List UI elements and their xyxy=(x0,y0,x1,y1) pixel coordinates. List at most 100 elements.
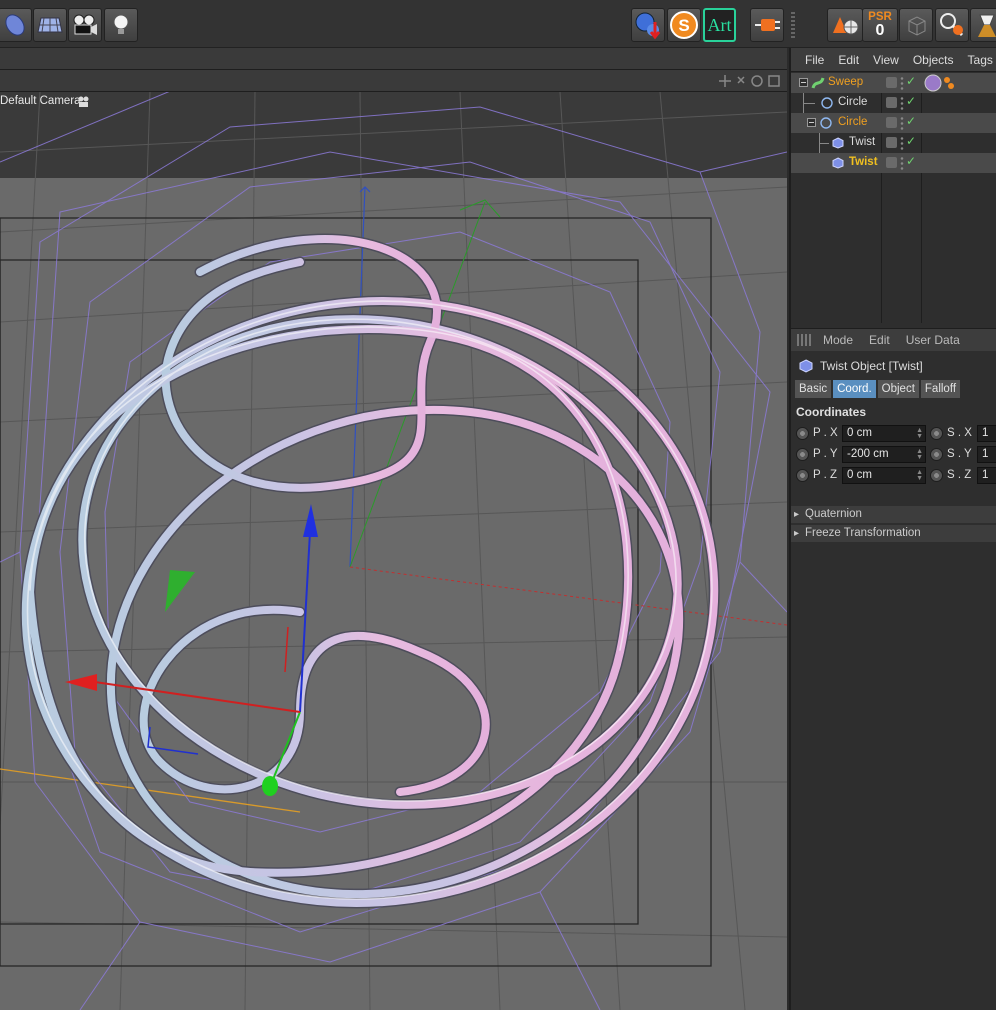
light-object-icon[interactable] xyxy=(104,8,138,42)
field-value: -200 cm xyxy=(847,448,889,460)
main-toolbar: S Art PSR 0 xyxy=(0,0,996,48)
visibility-toggle[interactable] xyxy=(886,97,897,108)
spinner-icon[interactable]: ▲ ▼ xyxy=(916,427,923,440)
spline-tool-icon[interactable] xyxy=(0,8,32,42)
object-row-circle-2[interactable]: Circle ✓ xyxy=(791,113,996,133)
menu-edit[interactable]: Edit xyxy=(869,333,890,347)
group-quaternion[interactable]: Quaternion xyxy=(791,506,996,523)
circle-spline-icon xyxy=(820,117,832,129)
spinner-icon[interactable]: ▲ ▼ xyxy=(916,448,923,461)
position-y-field[interactable]: -200 cm ▲ ▼ xyxy=(842,446,926,463)
s-plugin-icon[interactable]: S xyxy=(667,8,701,42)
animate-radio[interactable] xyxy=(796,448,809,461)
object-row-circle-1[interactable]: Circle ✓ xyxy=(791,93,996,113)
object-name: Sweep xyxy=(828,76,864,88)
menu-user-data[interactable]: User Data xyxy=(906,333,960,347)
coord-label: S . Z xyxy=(947,469,972,481)
animate-radio[interactable] xyxy=(930,448,943,461)
tag-icons[interactable] xyxy=(924,74,964,92)
camera-icon xyxy=(78,96,89,107)
enabled-check-icon[interactable]: ✓ xyxy=(906,154,916,168)
viewport-nav-icons[interactable] xyxy=(719,74,783,88)
enabled-check-icon[interactable]: ✓ xyxy=(906,74,916,88)
magnifier-sphere-icon[interactable] xyxy=(935,8,969,42)
scale-y-field[interactable]: 1 xyxy=(977,446,996,463)
tab-basic[interactable]: Basic xyxy=(795,380,832,398)
scale-z-field[interactable]: 1 xyxy=(977,467,996,484)
visibility-toggle[interactable] xyxy=(886,117,897,128)
3d-viewport[interactable]: Default Camera xyxy=(0,92,787,1010)
visibility-toggle[interactable] xyxy=(886,137,897,148)
light-cone-icon[interactable] xyxy=(970,8,996,42)
menu-objects[interactable]: Objects xyxy=(913,53,954,67)
art-plugin-button[interactable]: Art xyxy=(703,8,736,42)
object-row-twist-2[interactable]: Twist ✓ xyxy=(791,153,996,173)
psr-button[interactable]: PSR 0 xyxy=(862,8,898,42)
field-value: 0 cm xyxy=(847,469,872,481)
object-name: Twist xyxy=(849,136,876,148)
collapse-toggle-icon[interactable] xyxy=(799,78,808,87)
attribute-manager-menu: Mode Edit User Data xyxy=(791,329,996,351)
scale-x-field[interactable]: 1 xyxy=(977,425,996,442)
s-plugin-label: S xyxy=(678,16,689,35)
menu-file[interactable]: File xyxy=(805,53,824,67)
menu-view[interactable]: View xyxy=(873,53,899,67)
render-dots[interactable] xyxy=(900,96,904,110)
group-freeze-transformation[interactable]: Freeze Transformation xyxy=(791,525,996,542)
attribute-manager: Mode Edit User Data Twist Object [Twist]… xyxy=(791,328,996,1010)
render-dots[interactable] xyxy=(900,136,904,150)
menu-tags[interactable]: Tags xyxy=(968,53,993,67)
right-panel: File Edit View Objects Tags Sweep ✓ Circ… xyxy=(789,48,996,1010)
menu-edit[interactable]: Edit xyxy=(838,53,859,67)
coord-row-y: P . Y -200 cm ▲ ▼ S . Y 1 xyxy=(796,445,996,465)
visibility-toggle[interactable] xyxy=(886,157,897,168)
viewport-tab-bar xyxy=(0,48,787,70)
position-x-field[interactable]: 0 cm ▲ ▼ xyxy=(842,425,926,442)
enabled-check-icon[interactable]: ✓ xyxy=(906,94,916,108)
art-label: Art xyxy=(707,14,732,35)
camera-object-icon[interactable] xyxy=(68,8,102,42)
toolbar-separator xyxy=(791,12,795,38)
spinner-icon[interactable]: ▲ ▼ xyxy=(916,469,923,482)
tab-coord[interactable]: Coord. xyxy=(833,380,876,398)
field-value: 1 xyxy=(982,448,989,460)
visibility-toggle[interactable] xyxy=(886,77,897,88)
enabled-check-icon[interactable]: ✓ xyxy=(906,134,916,148)
animate-radio[interactable] xyxy=(930,469,943,482)
psr-value: 0 xyxy=(875,22,885,39)
floor-object-icon[interactable] xyxy=(33,8,67,42)
sweep-icon xyxy=(811,77,825,89)
object-tree: Sweep ✓ Circle ✓ Circle ✓ Twist ✓ Twist … xyxy=(791,73,996,323)
animate-radio[interactable] xyxy=(796,427,809,440)
render-to-picture-viewer-icon[interactable] xyxy=(631,8,665,42)
menu-mode[interactable]: Mode xyxy=(823,333,853,347)
attribute-title-text: Twist Object [Twist] xyxy=(820,359,923,373)
panel-grip-icon[interactable] xyxy=(797,334,811,346)
twist-deformer-icon xyxy=(832,137,844,149)
coord-label: P . Z xyxy=(813,469,838,481)
object-row-twist-1[interactable]: Twist ✓ xyxy=(791,133,996,153)
object-name: Circle xyxy=(838,96,868,108)
tab-falloff[interactable]: Falloff xyxy=(920,380,961,398)
field-value: 1 xyxy=(982,427,989,439)
cinema4d-window: S Art PSR 0 Default Camera File Edit Vie… xyxy=(0,0,996,1010)
animate-radio[interactable] xyxy=(796,469,809,482)
object-name: Circle xyxy=(838,116,868,128)
tab-object[interactable]: Object xyxy=(877,380,919,398)
collapse-toggle-icon[interactable] xyxy=(807,118,816,127)
render-dots[interactable] xyxy=(900,156,904,170)
coord-label: S . X xyxy=(947,427,972,439)
plugin-connector-icon[interactable] xyxy=(750,8,784,42)
render-dots[interactable] xyxy=(900,76,904,90)
render-dots[interactable] xyxy=(900,116,904,130)
cube-wireframe-icon[interactable] xyxy=(899,8,933,42)
circle-spline-icon xyxy=(821,97,833,109)
enabled-check-icon[interactable]: ✓ xyxy=(906,114,916,128)
coord-row-z: P . Z 0 cm ▲ ▼ S . Z 1 xyxy=(796,466,996,486)
position-z-field[interactable]: 0 cm ▲ ▼ xyxy=(842,467,926,484)
attribute-tabs: Basic Coord. Object Falloff xyxy=(795,380,961,398)
animate-radio[interactable] xyxy=(930,427,943,440)
coord-row-x: P . X 0 cm ▲ ▼ S . X 1 xyxy=(796,424,996,444)
object-row-sweep[interactable]: Sweep ✓ xyxy=(791,73,996,93)
cone-sphere-icon[interactable] xyxy=(827,8,863,42)
